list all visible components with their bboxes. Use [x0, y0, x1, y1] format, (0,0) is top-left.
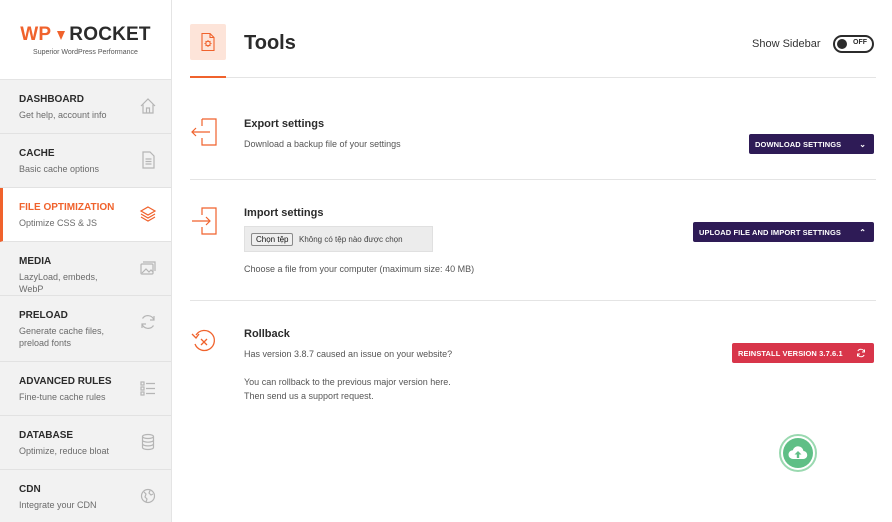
sidebar-item-title: PRELOAD — [19, 310, 68, 321]
file-input[interactable]: Chọn tệp Không có tệp nào được chọn — [244, 226, 433, 252]
images-icon — [140, 261, 156, 275]
cloud-upload-icon — [783, 438, 813, 468]
sidebar-item-title: FILE OPTIMIZATION — [19, 202, 115, 213]
export-icon — [191, 118, 217, 146]
sidebar-item-media[interactable]: MEDIA LazyLoad, embeds, WebP — [0, 242, 171, 296]
sidebar-item-title: DATABASE — [19, 430, 74, 441]
export-title: Export settings — [244, 118, 325, 130]
sidebar-item-desc: Optimize CSS & JS — [19, 218, 98, 228]
export-settings-section: Export settings Download a backup file o… — [190, 79, 876, 180]
main-content: Tools Show Sidebar OFF Export settings D… — [172, 0, 892, 522]
download-settings-label: DOWNLOAD SETTINGS — [755, 139, 842, 149]
file-status: Không có tệp nào được chọn — [299, 235, 403, 244]
import-title: Import settings — [244, 207, 324, 219]
file-icon — [142, 151, 155, 169]
sidebar-item-database[interactable]: DATABASE Optimize, reduce bloat — [0, 416, 171, 470]
sidebar-item-title: MEDIA — [19, 256, 52, 267]
home-icon — [140, 98, 156, 114]
page-title: Tools — [244, 32, 296, 54]
list-icon — [140, 381, 155, 396]
sidebar-item-advanced-rules[interactable]: ADVANCED RULES Fine-tune cache rules — [0, 362, 171, 416]
rollback-section: Rollback Has version 3.8.7 caused an iss… — [190, 301, 876, 421]
download-settings-button[interactable]: DOWNLOAD SETTINGS ⌄ — [749, 134, 874, 154]
sidebar-item-desc: Generate cache files, preload fonts — [19, 326, 105, 348]
import-settings-section: Import settings Chọn tệp Không có tệp nà… — [190, 180, 876, 301]
sidebar-item-cache[interactable]: CACHE Basic cache options — [0, 134, 171, 188]
sidebar-item-cdn[interactable]: CDN Integrate your CDN — [0, 470, 171, 522]
rollback-question: Has version 3.8.7 caused an issue on you… — [244, 349, 453, 359]
sidebar-item-title: CACHE — [19, 148, 55, 159]
sidebar-item-title: DASHBOARD — [19, 94, 84, 105]
import-icon — [192, 207, 217, 235]
chevron-up-icon: ⌃ — [859, 227, 866, 237]
sidebar: WP ROCKET Superior WordPress Performance… — [0, 0, 172, 522]
cloud-upload-button[interactable] — [779, 434, 817, 472]
globe-icon — [140, 488, 156, 504]
layers-icon — [139, 206, 157, 222]
sidebar-item-desc: Get help, account info — [19, 110, 107, 120]
sidebar-item-desc: Basic cache options — [19, 164, 100, 174]
toggle-state: OFF — [853, 39, 867, 46]
header-underline — [190, 76, 226, 78]
sidebar-item-desc: Fine-tune cache rules — [19, 392, 106, 402]
show-sidebar-label: Show Sidebar — [752, 38, 821, 50]
sidebar-item-preload[interactable]: PRELOAD Generate cache files, preload fo… — [0, 296, 171, 362]
chevron-down-icon: ⌄ — [859, 139, 866, 149]
sidebar-item-title: ADVANCED RULES — [19, 376, 112, 387]
rollback-title: Rollback — [244, 328, 290, 340]
rollback-line1: You can rollback to the previous major v… — [244, 377, 451, 387]
sidebar-item-dashboard[interactable]: DASHBOARD Get help, account info — [0, 80, 171, 134]
toggle-knob — [837, 39, 847, 49]
logo-wp: WP — [20, 23, 52, 45]
sidebar-item-desc: Optimize, reduce bloat — [19, 446, 110, 456]
reinstall-version-button[interactable]: REINSTALL VERSION 3.7.6.1 — [732, 343, 874, 363]
rocket-flame-icon — [57, 30, 66, 40]
page-header: Tools Show Sidebar OFF — [190, 24, 876, 78]
import-help: Choose a file from your computer (maximu… — [244, 264, 475, 274]
refresh-icon — [857, 348, 865, 358]
logo-name: ROCKET — [69, 23, 151, 45]
sidebar-item-title: CDN — [19, 484, 41, 495]
sidebar-item-desc: LazyLoad, embeds, WebP — [19, 272, 98, 294]
show-sidebar-toggle[interactable]: OFF — [833, 35, 874, 53]
choose-file-button[interactable]: Chọn tệp — [251, 233, 294, 246]
wp-rocket-logo[interactable]: WP ROCKET Superior WordPress Performance — [0, 0, 171, 80]
logo-tagline: Superior WordPress Performance — [33, 48, 138, 56]
sidebar-item-file-optimization[interactable]: FILE OPTIMIZATION Optimize CSS & JS — [0, 188, 171, 242]
rollback-icon — [191, 329, 216, 352]
export-desc: Download a backup file of your settings — [244, 139, 401, 149]
database-icon — [141, 433, 155, 451]
upload-import-button[interactable]: UPLOAD FILE AND IMPORT SETTINGS ⌃ — [693, 222, 874, 242]
tools-icon — [190, 24, 226, 60]
sidebar-item-desc: Integrate your CDN — [19, 500, 97, 510]
upload-import-label: UPLOAD FILE AND IMPORT SETTINGS — [699, 227, 841, 237]
refresh-icon — [141, 315, 155, 329]
reinstall-version-label: REINSTALL VERSION 3.7.6.1 — [738, 348, 843, 358]
rollback-line2: Then send us a support request. — [244, 391, 374, 401]
